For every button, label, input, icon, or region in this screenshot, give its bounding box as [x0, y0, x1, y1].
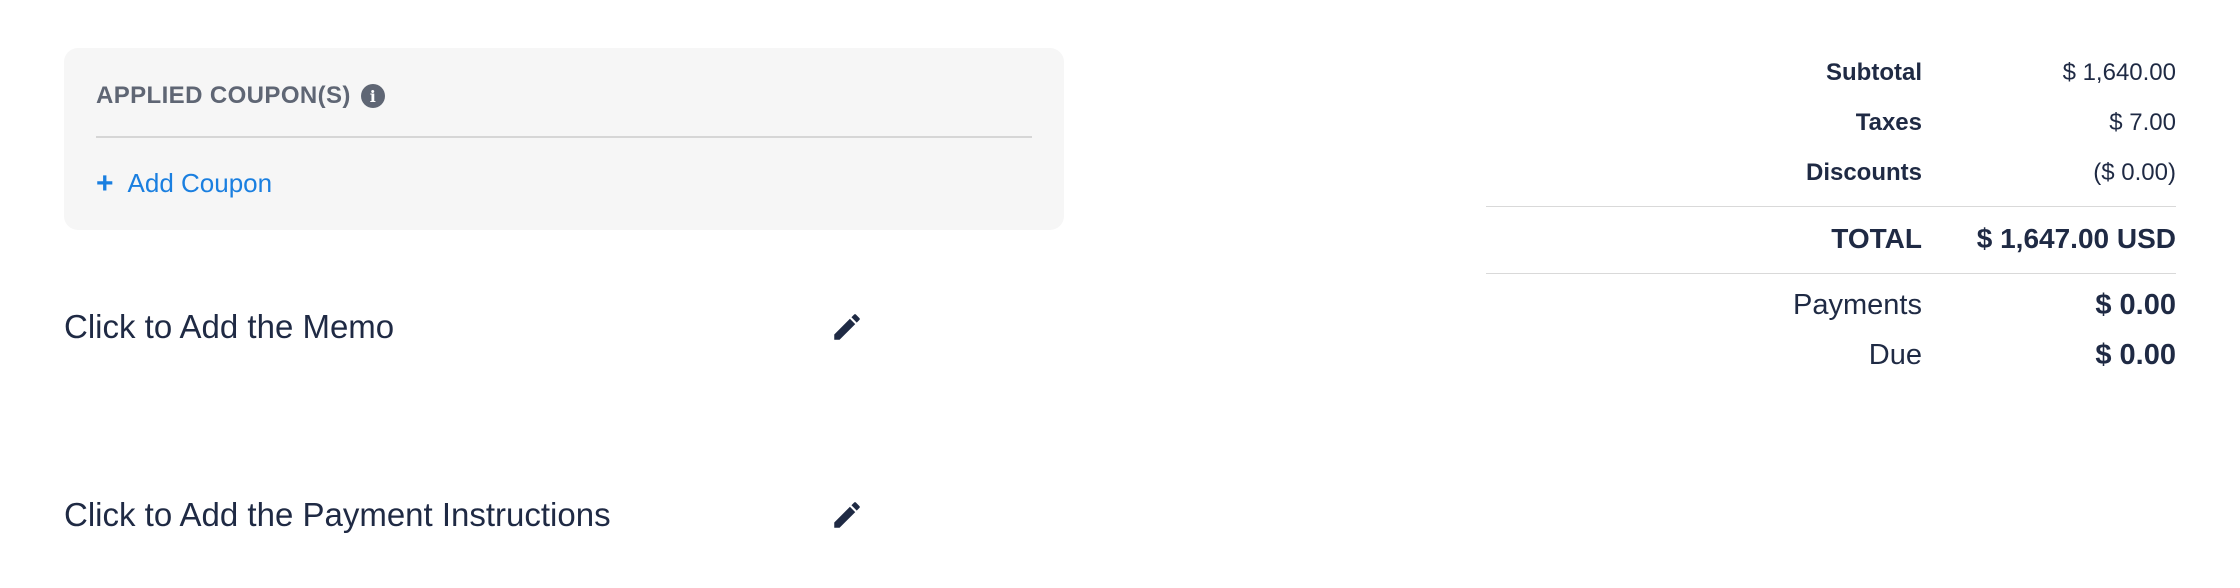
applied-coupons-header: APPLIED COUPON(S) i: [96, 82, 385, 110]
total-label: TOTAL: [1831, 223, 1922, 254]
memo-row[interactable]: Click to Add the Memo: [64, 308, 864, 346]
subtotal-value: $ 1,640.00: [2062, 59, 2176, 86]
discounts-row: Discounts ($ 0.00): [1486, 148, 2176, 198]
due-row: Due $ 0.00: [1486, 330, 2176, 380]
taxes-label: Taxes: [1855, 109, 1922, 136]
plus-icon: +: [96, 166, 114, 200]
discounts-value: ($ 0.00): [2093, 159, 2176, 186]
subtotal-row: Subtotal $ 1,640.00: [1486, 48, 2176, 98]
info-circle-icon[interactable]: i: [360, 84, 385, 108]
due-label: Due: [1868, 338, 1922, 371]
total-row: TOTAL $ 1,647.00 USD: [1486, 213, 2176, 265]
subtotal-label: Subtotal: [1826, 59, 1922, 86]
payments-row: Payments $ 0.00: [1486, 280, 2176, 330]
add-coupon-button[interactable]: + Add Coupon: [96, 168, 272, 199]
taxes-row: Taxes $ 7.00: [1486, 98, 2176, 148]
payment-instructions-row[interactable]: Click to Add the Payment Instructions: [64, 496, 864, 534]
coupon-divider: [96, 136, 1032, 138]
applied-coupons-panel: APPLIED COUPON(S) i + Add Coupon: [64, 48, 1064, 230]
discounts-label: Discounts: [1805, 159, 1922, 186]
memo-label[interactable]: Click to Add the Memo: [64, 308, 394, 346]
totals-divider-top: [1486, 206, 2176, 207]
due-value: $ 0.00: [2095, 338, 2176, 371]
applied-coupons-title: APPLIED COUPON(S): [96, 82, 351, 109]
invoice-totals: Subtotal $ 1,640.00 Taxes $ 7.00 Discoun…: [1486, 48, 2176, 380]
payments-label: Payments: [1793, 288, 1922, 321]
pencil-icon[interactable]: [830, 310, 864, 344]
payment-instructions-label[interactable]: Click to Add the Payment Instructions: [64, 496, 611, 534]
total-value: $ 1,647.00 USD: [1976, 223, 2176, 254]
payments-value: $ 0.00: [2095, 288, 2176, 321]
pencil-icon[interactable]: [830, 498, 864, 532]
add-coupon-label: Add Coupon: [127, 168, 273, 198]
totals-divider-bottom: [1486, 273, 2176, 274]
taxes-value: $ 7.00: [2109, 109, 2176, 136]
